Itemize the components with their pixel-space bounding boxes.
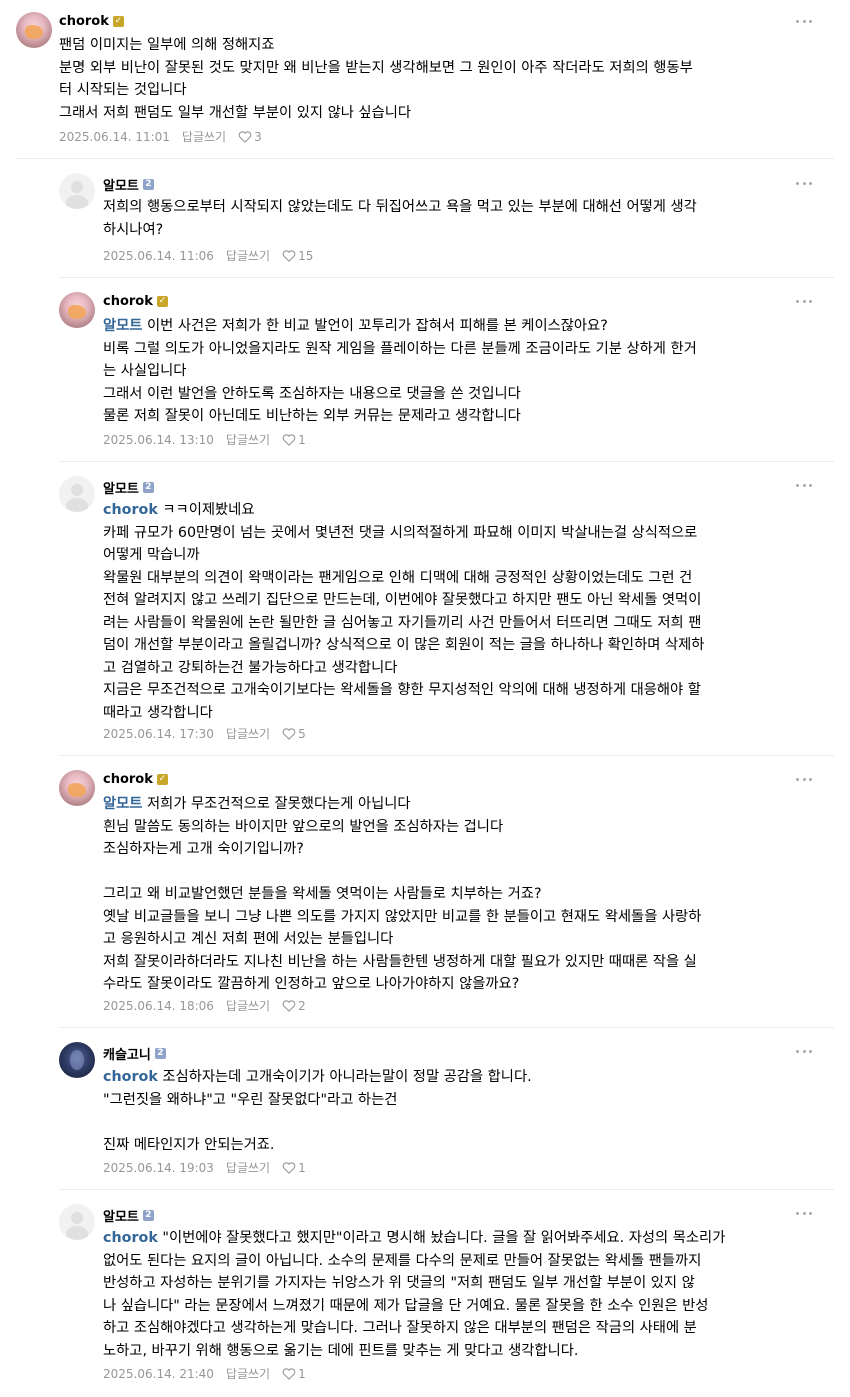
comment-meta: 2025.06.14. 13:10 답글쓰기 1	[103, 431, 306, 448]
divider	[59, 461, 834, 462]
comment-author[interactable]: chorok ✓	[59, 14, 124, 29]
like-count: 3	[254, 129, 262, 144]
avatar[interactable]	[59, 1204, 95, 1240]
like-button[interactable]: 3	[238, 130, 262, 144]
author-name[interactable]: 알모트	[103, 175, 139, 194]
author-name[interactable]: 알모트	[103, 1206, 139, 1225]
reply-button[interactable]: 답글쓰기	[226, 725, 270, 742]
like-count: 1	[298, 1366, 306, 1381]
comment-date: 2025.06.14. 19:03	[103, 1160, 214, 1175]
author-name[interactable]: 캐슬고니	[103, 1044, 151, 1063]
more-dots-icon[interactable]	[796, 1050, 812, 1054]
level-badge-icon: 2	[154, 1048, 166, 1059]
comment-date: 2025.06.14. 21:40	[103, 1366, 214, 1381]
avatar[interactable]	[59, 770, 95, 806]
comment-date: 2025.06.14. 17:30	[103, 726, 214, 741]
reply-button[interactable]: 답글쓰기	[226, 431, 270, 448]
more-dots-icon[interactable]	[796, 20, 812, 24]
author-name[interactable]: chorok	[59, 14, 109, 29]
comment-author[interactable]: 알모트 2	[103, 1206, 154, 1225]
like-button[interactable]: 1	[282, 433, 306, 447]
more-dots-icon[interactable]	[796, 484, 812, 488]
like-button[interactable]: 1	[282, 1367, 306, 1381]
mention-link[interactable]: chorok	[103, 502, 158, 518]
comment-author[interactable]: 알모트 2	[103, 175, 154, 194]
heart-icon	[282, 727, 296, 740]
divider	[16, 158, 834, 159]
level-badge-icon: 2	[142, 179, 154, 190]
comment-meta: 2025.06.14. 21:40 답글쓰기 1	[103, 1365, 306, 1382]
heart-icon	[282, 249, 296, 262]
level-badge-icon: ✓	[156, 774, 168, 785]
comment-text: chorok ㅋㅋ이제봤네요 카페 규모가 60만명이 넘는 곳에서 몇년전 댓…	[103, 502, 705, 721]
author-name[interactable]: chorok	[103, 772, 153, 787]
heart-icon	[282, 433, 296, 446]
avatar[interactable]	[16, 12, 52, 48]
comment-date: 2025.06.14. 11:01	[59, 129, 170, 144]
like-count: 2	[298, 998, 306, 1013]
comment-author[interactable]: 캐슬고니 2	[103, 1044, 166, 1063]
comment-meta: 2025.06.14. 18:06 답글쓰기 2	[103, 997, 306, 1014]
heart-icon	[282, 1367, 296, 1380]
like-button[interactable]: 1	[282, 1161, 306, 1175]
comment-text: 알모트 이번 사건은 저희가 한 비교 발언이 꼬투리가 잡혀서 피해를 본 케…	[103, 318, 697, 424]
reply-button[interactable]: 답글쓰기	[226, 1159, 270, 1176]
heart-icon	[238, 130, 252, 143]
like-count: 1	[298, 432, 306, 447]
comment-author[interactable]: chorok ✓	[103, 294, 168, 309]
level-badge-icon: ✓	[156, 296, 168, 307]
level-badge-icon: 2	[142, 482, 154, 493]
like-count: 5	[298, 726, 306, 741]
level-badge-icon: ✓	[112, 16, 124, 27]
level-badge-icon: 2	[142, 1210, 154, 1221]
mention-link[interactable]: 알모트	[103, 318, 142, 334]
mention-link[interactable]: chorok	[103, 1230, 158, 1246]
author-name[interactable]: 알모트	[103, 478, 139, 497]
like-count: 1	[298, 1160, 306, 1175]
comment-date: 2025.06.14. 11:06	[103, 248, 214, 263]
reply-button[interactable]: 답글쓰기	[182, 128, 226, 145]
comment-text: 팬덤 이미지는 일부에 의해 정해지죠 분명 외부 비난이 잘못된 것도 맞지만…	[59, 37, 693, 121]
comment-meta: 2025.06.14. 11:01 답글쓰기 3	[59, 128, 262, 145]
divider	[59, 1189, 834, 1190]
like-button[interactable]: 2	[282, 999, 306, 1013]
comment-meta: 2025.06.14. 11:06 답글쓰기 15	[103, 247, 313, 264]
reply-button[interactable]: 답글쓰기	[226, 997, 270, 1014]
avatar[interactable]	[59, 292, 95, 328]
comment-date: 2025.06.14. 13:10	[103, 432, 214, 447]
avatar[interactable]	[59, 173, 95, 209]
avatar[interactable]	[59, 476, 95, 512]
mention-link[interactable]: chorok	[103, 1069, 158, 1085]
divider	[59, 1027, 834, 1028]
comment-author[interactable]: 알모트 2	[103, 478, 154, 497]
mention-link[interactable]: 알모트	[103, 796, 142, 812]
comment-author[interactable]: chorok ✓	[103, 772, 168, 787]
reply-button[interactable]: 답글쓰기	[226, 247, 270, 264]
comment-text: 알모트 저희가 무조건적으로 잘못했다는게 아닙니다 흰님 말씀도 동의하는 바…	[103, 796, 702, 992]
divider	[59, 755, 834, 756]
comment-text: chorok 조심하자는데 고개숙이기가 아니라는말이 정말 공감을 합니다. …	[103, 1069, 532, 1153]
more-dots-icon[interactable]	[796, 778, 812, 782]
comment-date: 2025.06.14. 18:06	[103, 998, 214, 1013]
comment-meta: 2025.06.14. 17:30 답글쓰기 5	[103, 725, 306, 742]
like-button[interactable]: 5	[282, 727, 306, 741]
like-count: 15	[298, 248, 314, 263]
avatar[interactable]	[59, 1042, 95, 1078]
divider	[59, 277, 834, 278]
more-dots-icon[interactable]	[796, 300, 812, 304]
comment-text: chorok "이번에야 잘못했다고 했지만"이라고 명시해 놨습니다. 글을 …	[103, 1230, 726, 1359]
like-button[interactable]: 15	[282, 249, 313, 263]
more-dots-icon[interactable]	[796, 1212, 812, 1216]
comment-meta: 2025.06.14. 19:03 답글쓰기 1	[103, 1159, 306, 1176]
heart-icon	[282, 1161, 296, 1174]
reply-button[interactable]: 답글쓰기	[226, 1365, 270, 1382]
comment-text: 저희의 행동으로부터 시작되지 않았는데도 다 뒤집어쓰고 욕을 먹고 있는 부…	[103, 199, 697, 238]
more-dots-icon[interactable]	[796, 182, 812, 186]
heart-icon	[282, 999, 296, 1012]
author-name[interactable]: chorok	[103, 294, 153, 309]
